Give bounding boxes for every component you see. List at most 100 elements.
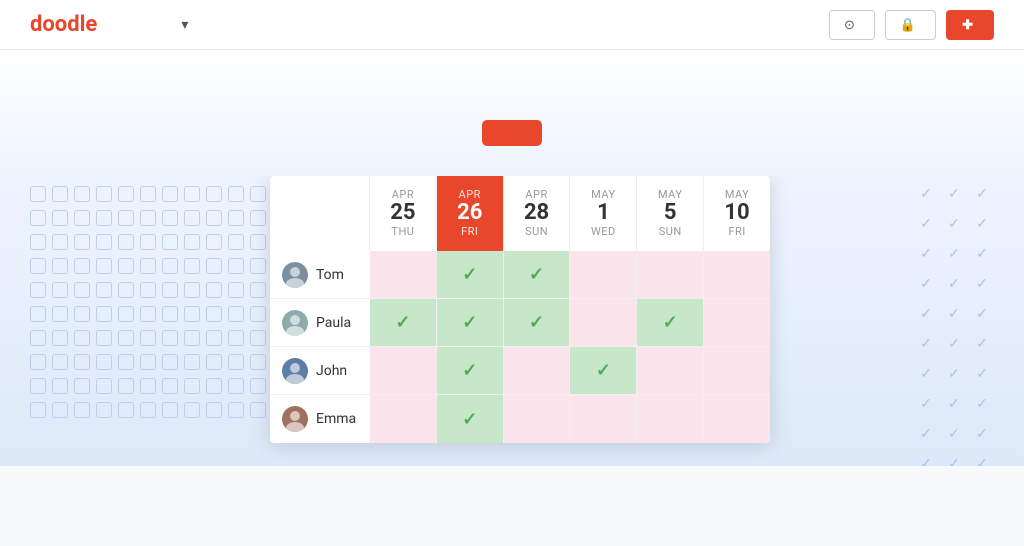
person-name: Tom [316, 267, 344, 283]
check-cell: ✓ [974, 396, 990, 412]
checkbox-cell [228, 402, 244, 418]
date-number: 25 [375, 201, 431, 225]
demo-area: ✓✓✓✓✓✓✓✓✓✓✓✓✓✓✓✓✓✓✓✓✓✓✓✓✓✓✓✓✓✓ Apr 25 TH… [0, 176, 1024, 466]
checkbox-cell [52, 330, 68, 346]
checkbox-cell [162, 402, 178, 418]
checkbox-cell [162, 186, 178, 202]
checkbox-cell [118, 402, 134, 418]
check-cell: ✓ [918, 306, 934, 322]
checkbox-cell [74, 282, 90, 298]
date-day: WED [575, 225, 631, 238]
checkbox-cell [228, 330, 244, 346]
date-column-1: Apr 26 FRI [437, 176, 504, 251]
checkbox-cell [118, 186, 134, 202]
checkbox-cell [96, 402, 112, 418]
vote-cell [704, 395, 770, 443]
login-button[interactable]: 🔒 [885, 10, 936, 40]
checkbox-cell [74, 402, 90, 418]
date-number: 5 [642, 201, 698, 225]
checkbox-cell [74, 210, 90, 226]
checkbox-cell [52, 258, 68, 274]
check-cell: ✓ [974, 276, 990, 292]
check-cell: ✓ [946, 186, 962, 202]
checkbox-cell [96, 186, 112, 202]
language-selector[interactable]: ▾ [177, 17, 188, 33]
checkbox-cell [162, 378, 178, 394]
check-cell: ✓ [946, 246, 962, 262]
date-column-2: Apr 28 SUN [504, 176, 571, 251]
checkbox-cell [228, 210, 244, 226]
checkbox-cell [162, 306, 178, 322]
check-cell: ✓ [946, 276, 962, 292]
create-doodle-button[interactable]: ✚ [946, 10, 994, 40]
checkbox-cell [74, 258, 90, 274]
person-cell: Tom [270, 262, 370, 288]
checkbox-cell [140, 354, 156, 370]
checkbox-cell [118, 258, 134, 274]
checkbox-cell [96, 378, 112, 394]
date-day: THU [375, 225, 431, 238]
checkbox-cell [30, 330, 46, 346]
checkbox-cell [206, 234, 222, 250]
checkbox-cell [162, 354, 178, 370]
vote-cell [704, 347, 770, 394]
trial-button[interactable] [482, 120, 542, 146]
checkbox-cell [140, 378, 156, 394]
checkbox-cell [250, 306, 266, 322]
header: doodle ▾ ⊙ 🔒 ✚ [0, 0, 1024, 50]
checkbox-grid-right: ✓✓✓✓✓✓✓✓✓✓✓✓✓✓✓✓✓✓✓✓✓✓✓✓✓✓✓✓✓✓ [918, 186, 994, 466]
date-day: SUN [509, 225, 565, 238]
vote-cell: ✓ [437, 299, 504, 346]
checkbox-cell [30, 234, 46, 250]
check-cell: ✓ [946, 366, 962, 382]
checkbox-cell [206, 354, 222, 370]
check-cell: ✓ [946, 456, 962, 466]
checkbox-cell [118, 306, 134, 322]
checkbox-cell [52, 234, 68, 250]
checkbox-cell [206, 210, 222, 226]
checkbox-cell [30, 258, 46, 274]
vote-cell: ✓ [570, 347, 637, 394]
logo: doodle [30, 12, 97, 37]
checkbox-cell [184, 234, 200, 250]
checkbox-cell [52, 378, 68, 394]
checkbox-cell [74, 354, 90, 370]
check-cell: ✓ [918, 456, 934, 466]
checkbox-cell [206, 186, 222, 202]
plus-icon: ✚ [962, 17, 973, 33]
signup-button[interactable]: ⊙ [829, 10, 875, 40]
checkbox-cell [206, 258, 222, 274]
person-icon: ⊙ [844, 17, 855, 33]
check-cell: ✓ [974, 186, 990, 202]
checkbox-cell [250, 378, 266, 394]
vote-cell [570, 395, 637, 443]
avatar [282, 406, 308, 432]
checkbox-cell [162, 234, 178, 250]
vote-cell [370, 395, 437, 443]
checkbox-cell [74, 186, 90, 202]
vote-cell: ✓ [437, 251, 504, 298]
avatar [282, 358, 308, 384]
checkbox-cell [250, 258, 266, 274]
date-day: FRI [709, 225, 765, 238]
checkbox-cell [140, 330, 156, 346]
date-day: FRI [442, 225, 498, 238]
person-cell: John [270, 358, 370, 384]
checkbox-cell [228, 282, 244, 298]
check-cell: ✓ [974, 456, 990, 466]
vote-cell [570, 299, 637, 346]
date-column-3: May 1 WED [570, 176, 637, 251]
vote-cell [637, 347, 704, 394]
checkbox-cell [30, 186, 46, 202]
checkmark-icon: ✓ [462, 264, 477, 285]
lock-icon: 🔒 [900, 17, 916, 33]
vote-cell [370, 347, 437, 394]
date-column-4: May 5 SUN [637, 176, 704, 251]
checkbox-cell [30, 378, 46, 394]
check-cell: ✓ [946, 336, 962, 352]
checkbox-cell [52, 210, 68, 226]
vote-cell: ✓ [637, 299, 704, 346]
checkbox-cell [228, 378, 244, 394]
check-cell: ✓ [918, 426, 934, 442]
vote-cell: ✓ [504, 251, 571, 298]
